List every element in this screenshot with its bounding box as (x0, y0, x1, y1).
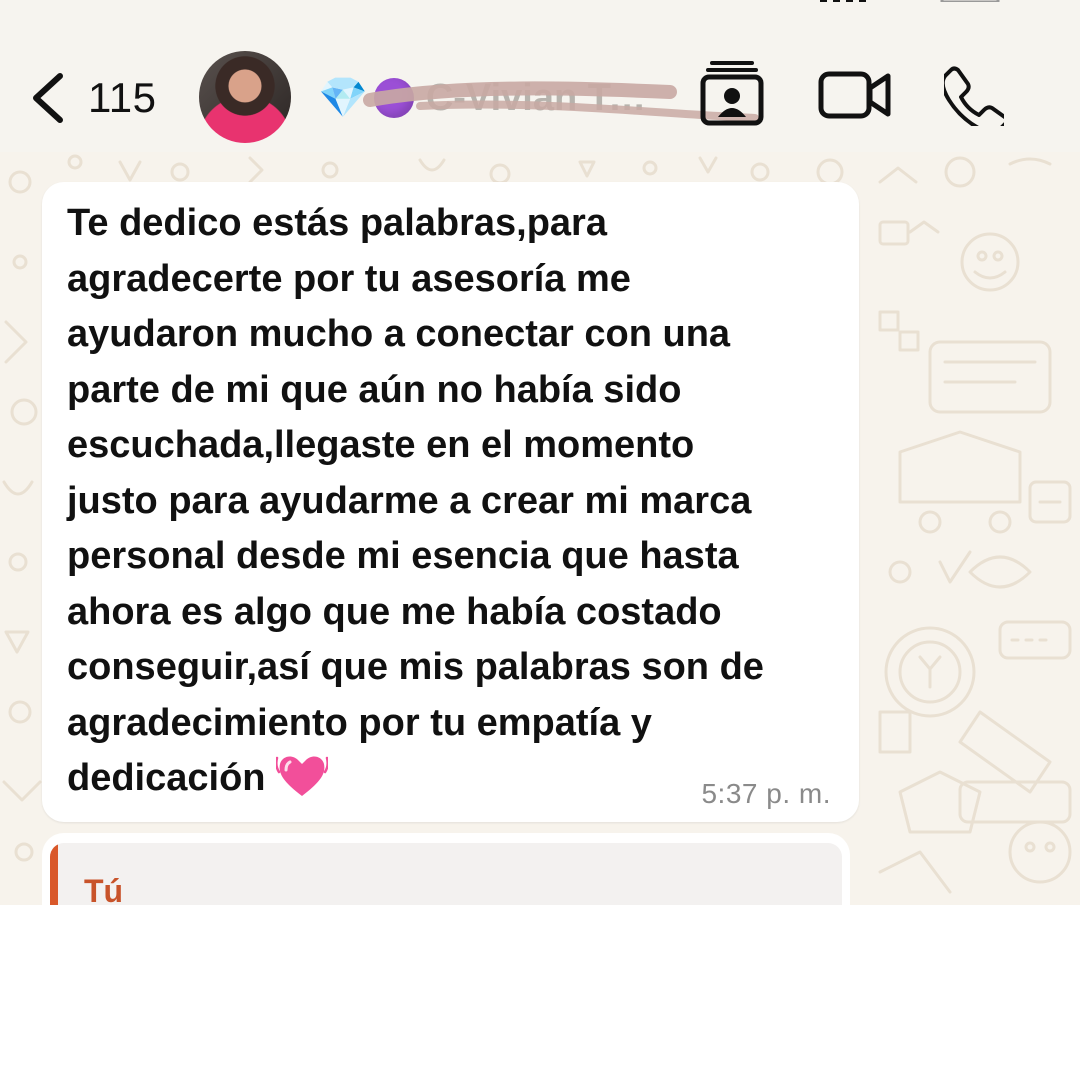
message-body: Te dedico estás palabras,para agradecert… (67, 202, 764, 799)
battery-icon (940, 0, 1000, 2)
purple-circle-emoji (373, 78, 414, 118)
heart-emoji (275, 756, 328, 796)
status-bar (0, 0, 1080, 8)
video-call-button[interactable] (818, 70, 892, 120)
reply-author: Tú (84, 873, 124, 905)
contact-name: C-Vivian Te... (425, 76, 656, 119)
reply-accent-bar (50, 843, 58, 905)
contact-avatar[interactable] (199, 51, 291, 143)
quoted-reply[interactable]: Tú (50, 843, 842, 905)
incoming-message-bubble[interactable]: Te dedico estás palabras,para agradecert… (42, 182, 859, 822)
gem-emoji: 💎 (318, 76, 368, 120)
voice-call-button[interactable] (940, 66, 1009, 135)
phone-icon (940, 66, 1009, 135)
back-button[interactable]: 115 (26, 66, 166, 130)
outgoing-reply-bubble[interactable]: Tú (42, 833, 850, 905)
chat-screen: 115 💎 C-Vivian Te... Te dedico estás pal… (0, 0, 1080, 905)
back-chevron-icon (33, 73, 63, 123)
contact-card-icon (700, 61, 764, 126)
chat-header: 115 💎 C-Vivian Te... (0, 0, 1080, 152)
contact-name-area[interactable]: 💎 C-Vivian Te... (318, 68, 698, 128)
message-timestamp: 5:37 p. m. (701, 778, 831, 809)
signal-icon (820, 0, 866, 2)
video-camera-icon (818, 71, 891, 119)
contact-card-button[interactable] (700, 60, 764, 126)
unread-count: 115 (88, 74, 157, 121)
message-text: Te dedico estás palabras,para agradecert… (67, 196, 847, 807)
